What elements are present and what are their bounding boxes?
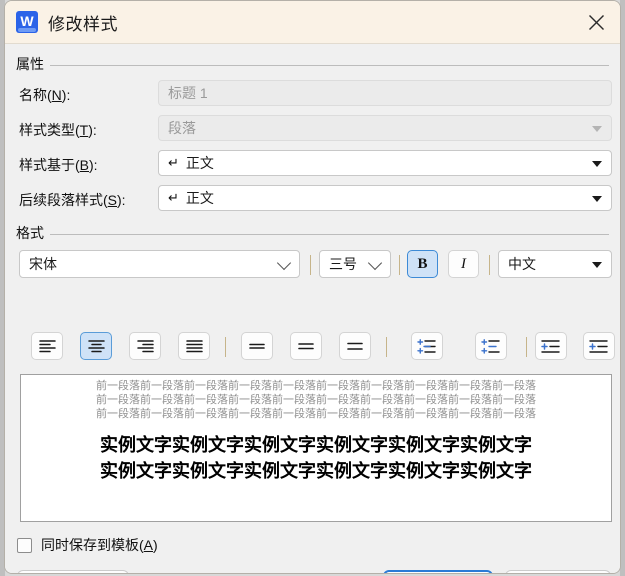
style-type-dropdown: 段落 <box>158 115 612 141</box>
word-w-icon: W <box>16 11 38 33</box>
based-on-value: 正文 <box>185 155 214 171</box>
style-name-input: 标题 1 <box>158 80 612 106</box>
group-divider-rule <box>50 233 609 235</box>
chevron-down-icon[interactable] <box>592 262 602 268</box>
line-spacing-single-icon[interactable] <box>241 332 273 360</box>
based-on-label: 样式基于(B): <box>19 157 98 173</box>
next-paragraph-style-dropdown[interactable]: ↵ 正文 <box>158 185 612 211</box>
cancel-button[interactable]: 取消 <box>505 570 611 573</box>
paragraph-mark-icon: ↵ <box>168 155 179 170</box>
screen: W 修改样式 属性 名称(N): 标题 1 样式类型(T): 段落 样式基于(B… <box>0 0 625 576</box>
italic-button[interactable]: I <box>448 250 479 278</box>
toolbar-separator <box>386 337 387 357</box>
preview-sample-line: 实例文字实例文字实例文字实例文字实例文字实例文字 <box>100 435 532 456</box>
toolbar-separator <box>489 255 490 275</box>
increase-paragraph-spacing-icon[interactable] <box>411 332 443 360</box>
font-size-combo[interactable]: 三号 <box>319 250 391 278</box>
style-type-label: 样式类型(T): <box>19 122 97 138</box>
next-style-label: 后续段落样式(S): <box>19 192 126 208</box>
align-right-icon[interactable] <box>129 332 161 360</box>
preview-sample-block: 实例文字实例文字实例文字实例文字实例文字实例文字 实例文字实例文字实例文字实例文… <box>21 433 611 485</box>
chevron-down-icon[interactable] <box>592 196 602 202</box>
ok-button[interactable]: 确定 <box>383 570 493 573</box>
dialog-body: 属性 名称(N): 标题 1 样式类型(T): 段落 样式基于(B): ↵ 正文… <box>5 44 620 573</box>
font-size-value: 三号 <box>329 256 357 272</box>
preview-before-line: 前一段落前一段落前一段落前一段落前一段落前一段落前一段落前一段落前一段落前一段落 <box>96 393 536 406</box>
preview-before-line: 前一段落前一段落前一段落前一段落前一段落前一段落前一段落前一段落前一段落前一段落 <box>96 379 536 392</box>
preview-sample-line: 实例文字实例文字实例文字实例文字实例文字实例文字 <box>100 461 532 482</box>
font-family-value: 宋体 <box>29 256 57 272</box>
align-center-icon[interactable] <box>80 332 112 360</box>
format-menu-button[interactable]: 格式(O) <box>17 570 129 573</box>
save-to-template-checkbox[interactable]: 同时保存到模板(A) <box>17 535 158 555</box>
language-value: 中文 <box>508 256 536 272</box>
decrease-paragraph-spacing-icon[interactable] <box>475 332 507 360</box>
format-group-header: 格式 <box>16 223 609 243</box>
align-justify-icon[interactable] <box>178 332 210 360</box>
group-divider-rule <box>50 64 609 66</box>
bold-button[interactable]: B <box>407 250 438 278</box>
style-preview-pane: 前一段落前一段落前一段落前一段落前一段落前一段落前一段落前一段落前一段落前一段落… <box>20 374 612 522</box>
font-family-combo[interactable]: 宋体 <box>19 250 300 278</box>
format-group-label: 格式 <box>16 225 44 241</box>
paragraph-mark-icon: ↵ <box>168 190 179 205</box>
align-left-icon[interactable] <box>31 332 63 360</box>
line-spacing-double-icon[interactable] <box>339 332 371 360</box>
decrease-indent-icon[interactable] <box>535 332 567 360</box>
line-spacing-1-5-icon[interactable] <box>290 332 322 360</box>
chevron-down-icon[interactable] <box>592 161 602 167</box>
save-to-template-label: 同时保存到模板(A) <box>41 537 158 553</box>
chevron-down-icon[interactable] <box>276 255 292 271</box>
properties-group-label: 属性 <box>16 56 44 72</box>
dialog-title: 修改样式 <box>48 14 118 34</box>
style-name-value: 标题 1 <box>168 85 208 101</box>
checkbox-box-icon[interactable] <box>17 537 32 553</box>
next-style-value: 正文 <box>185 190 214 206</box>
style-type-value: 段落 <box>168 120 196 136</box>
modify-style-dialog: W 修改样式 属性 名称(N): 标题 1 样式类型(T): 段落 样式基于(B… <box>4 0 621 574</box>
toolbar-separator <box>225 337 226 357</box>
dialog-titlebar: W 修改样式 <box>5 1 620 44</box>
name-label: 名称(N): <box>19 87 71 103</box>
chevron-down-icon <box>592 126 602 132</box>
chevron-down-icon[interactable] <box>367 255 383 271</box>
toolbar-separator <box>526 337 527 357</box>
based-on-dropdown[interactable]: ↵ 正文 <box>158 150 612 176</box>
close-icon[interactable] <box>578 5 614 39</box>
language-combo[interactable]: 中文 <box>498 250 612 278</box>
toolbar-separator <box>399 255 400 275</box>
properties-group-header: 属性 <box>16 54 609 74</box>
toolbar-separator <box>310 255 311 275</box>
increase-indent-icon[interactable] <box>583 332 615 360</box>
preview-before-line: 前一段落前一段落前一段落前一段落前一段落前一段落前一段落前一段落前一段落前一段落 <box>96 407 536 420</box>
